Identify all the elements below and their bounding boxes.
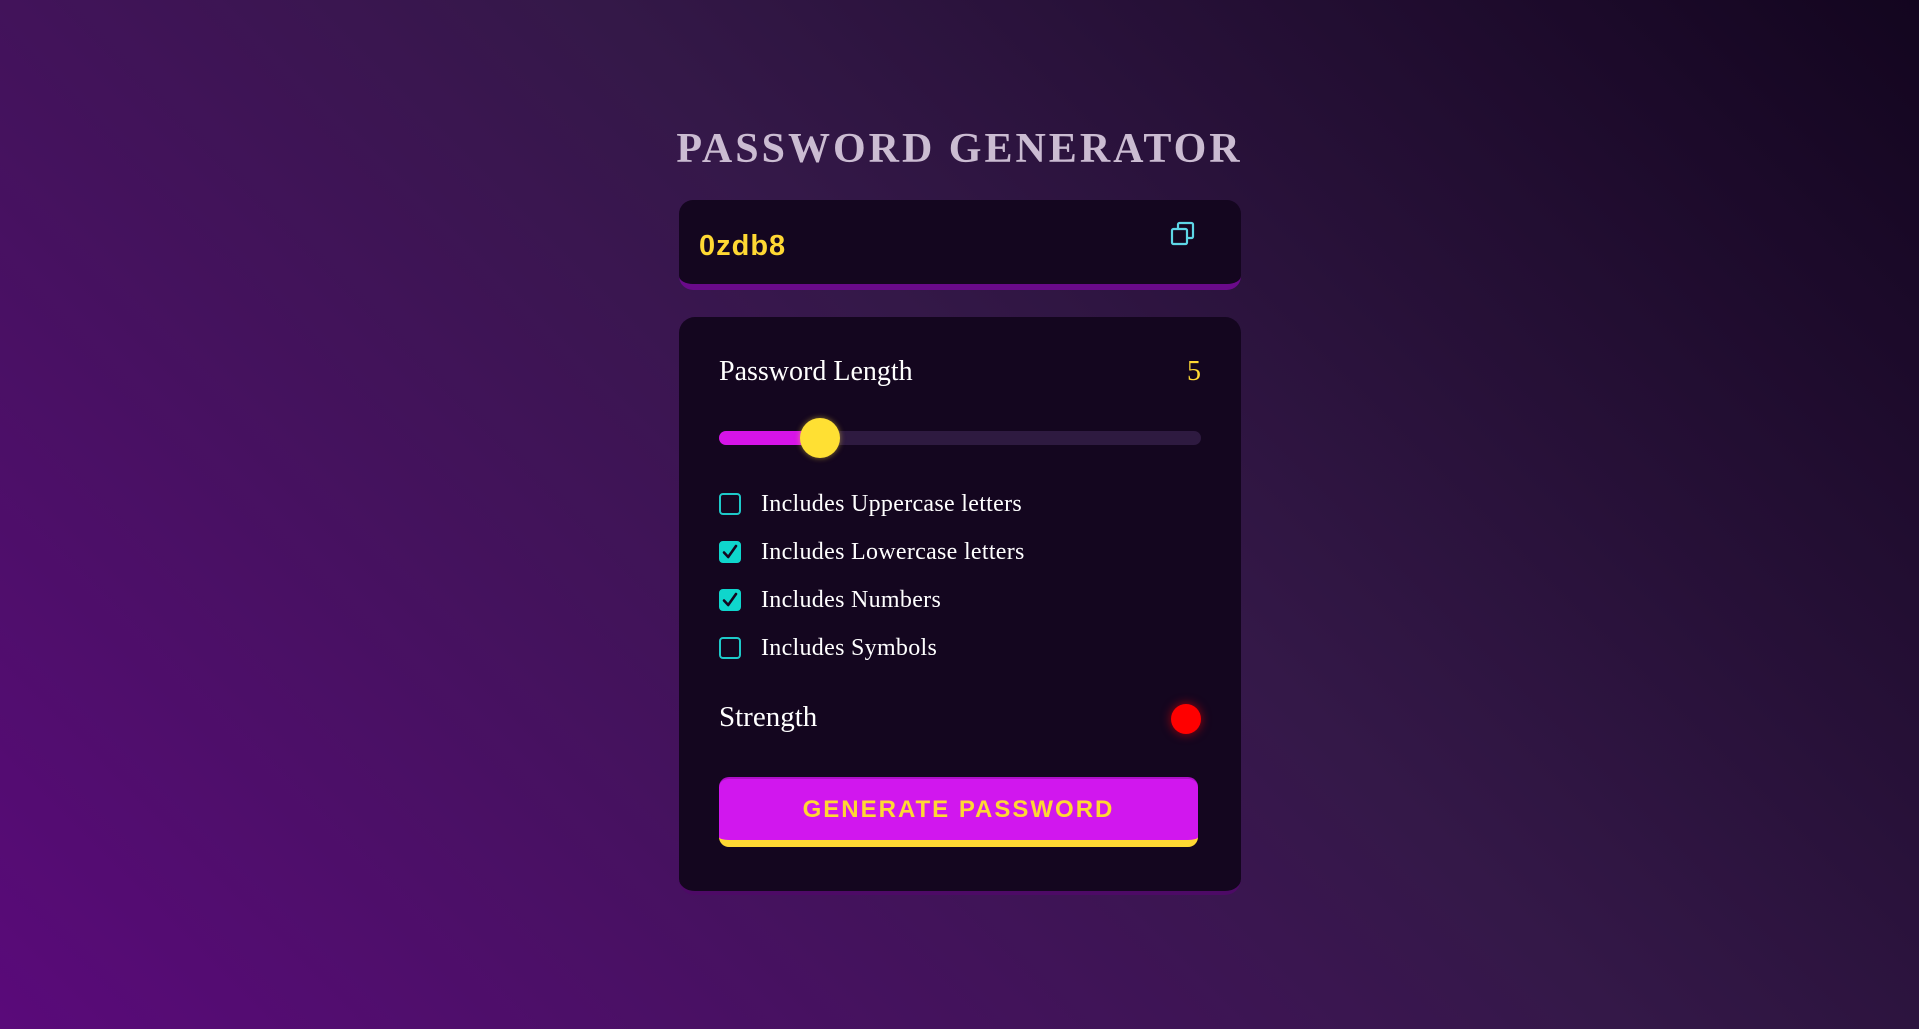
uppercase-label: Includes Uppercase letters (761, 490, 1023, 517)
copy-button[interactable] (1169, 220, 1197, 248)
copy-icon (1170, 221, 1195, 246)
password-length-slider[interactable] (719, 418, 1201, 458)
symbols-checkbox[interactable] (719, 637, 741, 659)
checkmark-icon (722, 544, 738, 559)
password-display: 0zdb8 (679, 200, 1241, 290)
lowercase-checkbox[interactable] (719, 541, 741, 563)
option-uppercase[interactable]: Includes Uppercase letters (719, 488, 1022, 520)
numbers-checkbox[interactable] (719, 589, 741, 611)
checkmark-icon (722, 592, 738, 607)
password-value: 0zdb8 (699, 230, 787, 262)
password-length-value: 5 (1187, 356, 1201, 387)
slider-thumb[interactable] (800, 418, 841, 458)
strength-indicator (1171, 704, 1201, 734)
strength-label: Strength (719, 701, 818, 733)
numbers-label: Includes Numbers (761, 586, 942, 613)
page-title: PASSWORD GENERATOR (676, 126, 1243, 172)
password-length-label: Password Length (719, 356, 913, 387)
option-lowercase[interactable]: Includes Lowercase letters (719, 536, 1025, 568)
generate-password-button[interactable]: GENERATE PASSWORD (719, 777, 1198, 847)
symbols-label: Includes Symbols (761, 634, 938, 661)
option-numbers[interactable]: Includes Numbers (719, 584, 941, 616)
settings-panel: Password Length 5 Includes Uppercase let… (679, 317, 1241, 895)
lowercase-label: Includes Lowercase letters (761, 538, 1025, 565)
uppercase-checkbox[interactable] (719, 493, 741, 515)
option-symbols[interactable]: Includes Symbols (719, 632, 937, 664)
